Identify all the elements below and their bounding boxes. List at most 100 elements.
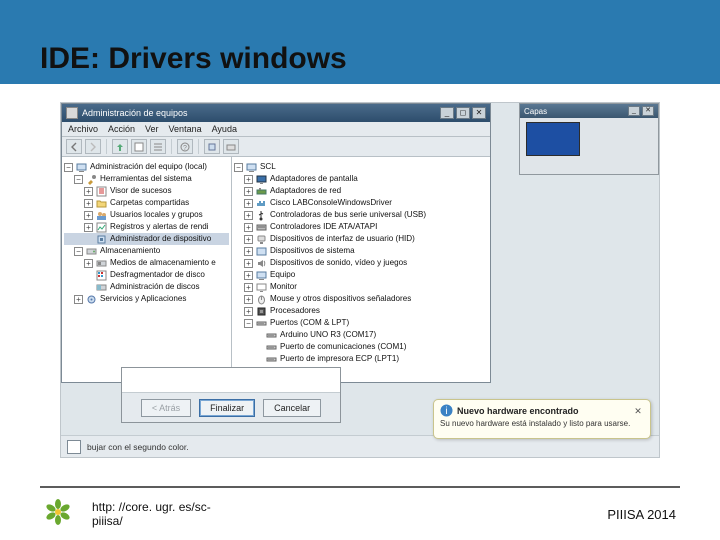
- tree-item-l9[interactable]: Desfragmentador de disco: [64, 269, 229, 281]
- menu-ver[interactable]: Ver: [145, 124, 159, 134]
- expand-toggle-icon[interactable]: −: [74, 175, 83, 184]
- expand-toggle-icon[interactable]: +: [244, 307, 253, 316]
- menu-accion[interactable]: Acción: [108, 124, 135, 134]
- tree-item-label: Servicios y Aplicaciones: [100, 293, 186, 305]
- toolbar-refresh-icon[interactable]: [204, 139, 220, 154]
- footer-url: http: //core. ugr. es/sc- piiisa/: [92, 500, 211, 528]
- tree-item-r6[interactable]: +Dispositivos de sistema: [234, 245, 488, 257]
- tree-item-r4[interactable]: +Controladores IDE ATA/ATAPI: [234, 221, 488, 233]
- balloon-close-button[interactable]: ✕: [632, 405, 644, 417]
- expand-toggle-icon[interactable]: +: [244, 211, 253, 220]
- tree-item-l4[interactable]: +Usuarios locales y grupos: [64, 209, 229, 221]
- tree-item-r9[interactable]: +Monitor: [234, 281, 488, 293]
- removable-icon: [96, 258, 107, 269]
- menu-ayuda[interactable]: Ayuda: [212, 124, 237, 134]
- expand-toggle-icon[interactable]: +: [244, 247, 253, 256]
- expand-toggle-icon[interactable]: +: [244, 283, 253, 292]
- tree-item-l7[interactable]: − Almacenamiento: [64, 245, 229, 257]
- toolbar-back-icon[interactable]: [66, 139, 82, 154]
- expand-toggle-icon[interactable]: +: [84, 259, 93, 268]
- tree-item-r1[interactable]: +Adaptadores de red: [234, 185, 488, 197]
- menu-archivo[interactable]: Archivo: [68, 124, 98, 134]
- close-button[interactable]: ✕: [472, 107, 486, 119]
- paint-color-swatch[interactable]: [67, 440, 81, 454]
- tree-item-l10[interactable]: Administración de discos: [64, 281, 229, 293]
- tree-item-r12[interactable]: −Puertos (COM & LPT): [234, 317, 488, 329]
- toolbar-help-icon[interactable]: ?: [177, 139, 193, 154]
- tree-item-r12-2[interactable]: Puerto de impresora ECP (LPT1): [234, 353, 488, 365]
- expand-toggle-icon[interactable]: +: [84, 199, 93, 208]
- tree-item-l3[interactable]: +Carpetas compartidas: [64, 197, 229, 209]
- tree-item-l2[interactable]: + Visor de sucesos: [64, 185, 229, 197]
- ide-icon: [256, 222, 267, 233]
- expand-toggle-icon[interactable]: +: [244, 271, 253, 280]
- layers-color-swatch[interactable]: [526, 122, 580, 156]
- toolbar-list-icon[interactable]: [150, 139, 166, 154]
- tree-item-root[interactable]: −SCL: [234, 161, 488, 173]
- tree-item-r0[interactable]: +Adaptadores de pantalla: [234, 173, 488, 185]
- sound-icon: [256, 258, 267, 269]
- expand-toggle-icon[interactable]: −: [74, 247, 83, 256]
- expand-toggle-icon[interactable]: +: [84, 211, 93, 220]
- expand-toggle-icon[interactable]: +: [244, 175, 253, 184]
- tree-item-r5[interactable]: +Dispositivos de interfaz de usuario (HI…: [234, 233, 488, 245]
- tree-item-label: Puerto de impresora ECP (LPT1): [280, 353, 399, 365]
- expand-toggle-icon[interactable]: −: [244, 319, 253, 328]
- expand-toggle-icon[interactable]: +: [244, 223, 253, 232]
- tree-item-label: Almacenamiento: [100, 245, 160, 257]
- maximize-button[interactable]: ◻: [456, 107, 470, 119]
- wizard-cancel-button[interactable]: Cancelar: [263, 399, 321, 417]
- layers-titlebar[interactable]: Capas _ ✕: [520, 104, 658, 118]
- mmc-titlebar[interactable]: Administración de equipos _ ◻ ✕: [62, 104, 490, 122]
- cisco-icon: [256, 198, 267, 209]
- toolbar-props-icon[interactable]: [131, 139, 147, 154]
- tree-item-l1[interactable]: −Herramientas del sistema: [64, 173, 229, 185]
- tree-item-label: Procesadores: [270, 305, 320, 317]
- layers-close-button[interactable]: ✕: [642, 106, 654, 116]
- expand-toggle-icon[interactable]: +: [84, 187, 93, 196]
- menu-ventana[interactable]: Ventana: [169, 124, 202, 134]
- tree-item-l0[interactable]: −Administración del equipo (local): [64, 161, 229, 173]
- defrag-icon: [96, 270, 107, 281]
- tree-item-r10[interactable]: +Mouse y otros dispositivos señaladores: [234, 293, 488, 305]
- expand-toggle-icon[interactable]: +: [244, 199, 253, 208]
- tree-item-label: Equipo: [270, 269, 295, 281]
- expand-toggle-icon[interactable]: +: [244, 235, 253, 244]
- tree-item-r12-0[interactable]: Arduino UNO R3 (COM17): [234, 329, 488, 341]
- expand-toggle-icon[interactable]: −: [64, 163, 73, 172]
- tree-item-label: Cisco LABConsoleWindowsDriver: [270, 197, 392, 209]
- tree-item-l5[interactable]: +Registros y alertas de rendi: [64, 221, 229, 233]
- toolbar-forward-icon[interactable]: [85, 139, 101, 154]
- toolbar-scan-icon[interactable]: [223, 139, 239, 154]
- expand-toggle-icon[interactable]: +: [244, 187, 253, 196]
- tree-item-l6[interactable]: Administrador de dispositivo: [64, 233, 229, 245]
- tree-item-r2[interactable]: + Cisco LABConsoleWindowsDriver: [234, 197, 488, 209]
- tray-balloon[interactable]: i Nuevo hardware encontrado ✕ Su nuevo h…: [433, 399, 651, 439]
- tree-item-l11[interactable]: + Servicios y Aplicaciones: [64, 293, 229, 305]
- expand-toggle-icon[interactable]: +: [84, 223, 93, 232]
- paint-status-text: bujar con el segundo color.: [87, 442, 189, 452]
- mmc-right-tree[interactable]: −SCL+Adaptadores de pantalla+Adaptadores…: [232, 157, 490, 382]
- tree-item-label: Puerto de comunicaciones (COM1): [280, 341, 406, 353]
- minimize-button[interactable]: _: [440, 107, 454, 119]
- tree-item-label: Visor de sucesos: [110, 185, 172, 197]
- tree-item-r3[interactable]: +Controladoras de bus serie universal (U…: [234, 209, 488, 221]
- mmc-left-tree[interactable]: −Administración del equipo (local)−Herra…: [62, 157, 232, 382]
- tools-icon: [86, 174, 97, 185]
- toolbar-up-icon[interactable]: [112, 139, 128, 154]
- cpu-icon: [256, 306, 267, 317]
- tree-item-r7[interactable]: +Dispositivos de sonido, vídeo y juegos: [234, 257, 488, 269]
- folder-icon: [96, 198, 107, 209]
- expand-toggle-icon[interactable]: +: [74, 295, 83, 304]
- expand-toggle-icon[interactable]: +: [244, 259, 253, 268]
- wizard-back-button[interactable]: < Atrás: [141, 399, 191, 417]
- mmc-menubar[interactable]: Archivo Acción Ver Ventana Ayuda: [62, 122, 490, 137]
- tree-item-r12-1[interactable]: Puerto de comunicaciones (COM1): [234, 341, 488, 353]
- expand-toggle-icon[interactable]: −: [234, 163, 243, 172]
- wizard-finish-button[interactable]: Finalizar: [199, 399, 255, 417]
- layers-minimize-button[interactable]: _: [628, 106, 640, 116]
- expand-toggle-icon[interactable]: +: [244, 295, 253, 304]
- tree-item-l8[interactable]: +Medios de almacenamiento e: [64, 257, 229, 269]
- tree-item-r8[interactable]: + Equipo: [234, 269, 488, 281]
- tree-item-r11[interactable]: + Procesadores: [234, 305, 488, 317]
